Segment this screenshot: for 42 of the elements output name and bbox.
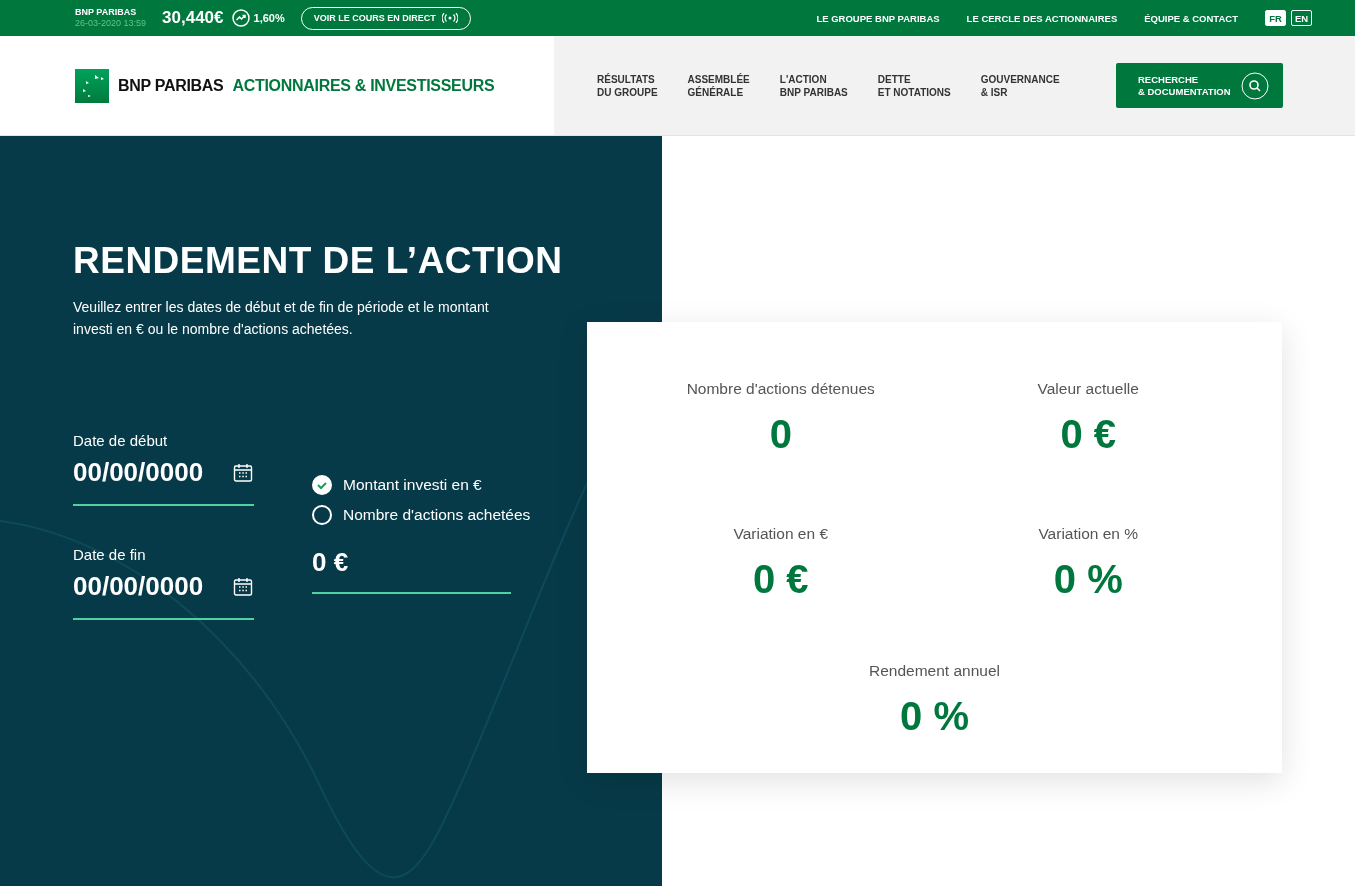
amount-field[interactable]: 0 € — [312, 547, 511, 594]
stock-name: BNP PARIBAS — [75, 7, 138, 18]
bnp-logo-icon — [75, 68, 109, 103]
calendar-icon — [233, 576, 253, 597]
top-link[interactable]: LE GROUPE BNP PARIBAS — [816, 12, 940, 24]
result-value: 0 € — [1060, 412, 1117, 457]
field-label: Date de début — [73, 432, 169, 449]
top-link[interactable]: ÉQUIPE & CONTACT — [1144, 12, 1238, 24]
result-label: Rendement annuel — [869, 662, 1000, 680]
price-change: 1,60% — [253, 12, 285, 24]
result-value: 0 % — [1053, 557, 1123, 602]
result-label: Variation en % — [1038, 525, 1139, 543]
top-link[interactable]: LE CERCLE DES ACTIONNAIRES — [966, 12, 1118, 24]
language-button[interactable]: EN — [1291, 10, 1312, 26]
site-subtitle: ACTIONNAIRES & INVESTISSEURS — [232, 76, 495, 95]
search-button[interactable]: RECHERCHE & DOCUMENTATION — [1116, 63, 1283, 108]
intro-text: Veuillez entrer les dates de début et de fin de période et le montant investi en € ou le nombre d'actions achetées. — [73, 298, 490, 339]
field-label: Date de fin — [73, 546, 147, 563]
nav-link[interactable]: RÉSULTATS DU GROUPE — [597, 72, 658, 99]
nav-link[interactable]: DETTE ET NOTATIONS — [877, 72, 951, 99]
result-value: 0 € — [752, 557, 809, 602]
search-icon — [1241, 71, 1269, 100]
result-label: Valeur actuelle — [1037, 380, 1139, 398]
trend-up-icon — [231, 9, 250, 27]
nav-link[interactable]: L'ACTION BNP PARIBAS — [779, 72, 848, 99]
radio-option[interactable]: Montant investi en € — [312, 475, 531, 495]
nav-link[interactable]: ASSEMBLÉE GÉNÉRALE — [687, 72, 750, 99]
language-button[interactable]: FR — [1265, 10, 1286, 26]
date-field[interactable]: 00/00/0000 — [73, 571, 254, 620]
result-value: 0 % — [900, 694, 969, 739]
nav-link[interactable]: GOUVERNANCE & ISR — [980, 72, 1060, 99]
brand-name: BNP PARIBAS — [118, 76, 224, 95]
calendar-icon — [233, 462, 253, 483]
radio-option[interactable]: Nombre d'actions achetées — [312, 505, 531, 525]
result-value: 0 — [769, 412, 792, 457]
result-label: Variation en € — [733, 525, 828, 543]
timestamp: 26-03-2020 13:59 — [75, 18, 147, 29]
result-label: Nombre d'actions détenues — [686, 380, 875, 398]
broadcast-icon — [441, 13, 458, 23]
date-field[interactable]: 00/00/0000 — [73, 457, 254, 506]
stock-price: 30,440€ — [162, 8, 224, 28]
page-title: RENDEMENT DE L’ACTION — [73, 240, 564, 282]
